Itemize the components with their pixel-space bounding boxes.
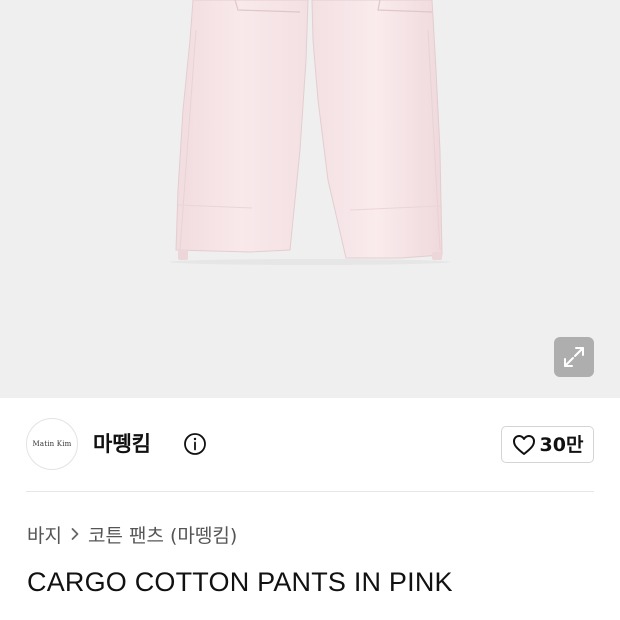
info-circle-icon[interactable] xyxy=(183,432,207,456)
breadcrumb-item-subcategory[interactable]: 코튼 팬츠 (마뗑킴) xyxy=(88,521,237,548)
like-button[interactable]: 30만 xyxy=(501,426,594,463)
brand-row: Matin Kim 마뗑킴 30만 xyxy=(26,418,594,472)
heart-outline-icon xyxy=(512,434,535,455)
product-title: CARGO COTTON PANTS IN PINK xyxy=(27,567,453,597)
expand-arrows-icon xyxy=(564,347,584,367)
breadcrumb-item-category[interactable]: 바지 xyxy=(27,521,62,548)
brand-name[interactable]: 마뗑킴 xyxy=(93,430,151,458)
pants-image xyxy=(170,0,450,265)
divider xyxy=(26,491,594,492)
chevron-right-icon xyxy=(70,527,80,541)
like-count: 30만 xyxy=(539,433,584,456)
expand-image-button[interactable] xyxy=(554,337,594,377)
breadcrumb: 바지 코튼 팬츠 (마뗑킴) xyxy=(27,520,237,548)
brand-logo-text: Matin Kim xyxy=(32,440,72,448)
product-image[interactable] xyxy=(0,0,620,398)
brand-logo[interactable]: Matin Kim xyxy=(26,418,78,470)
